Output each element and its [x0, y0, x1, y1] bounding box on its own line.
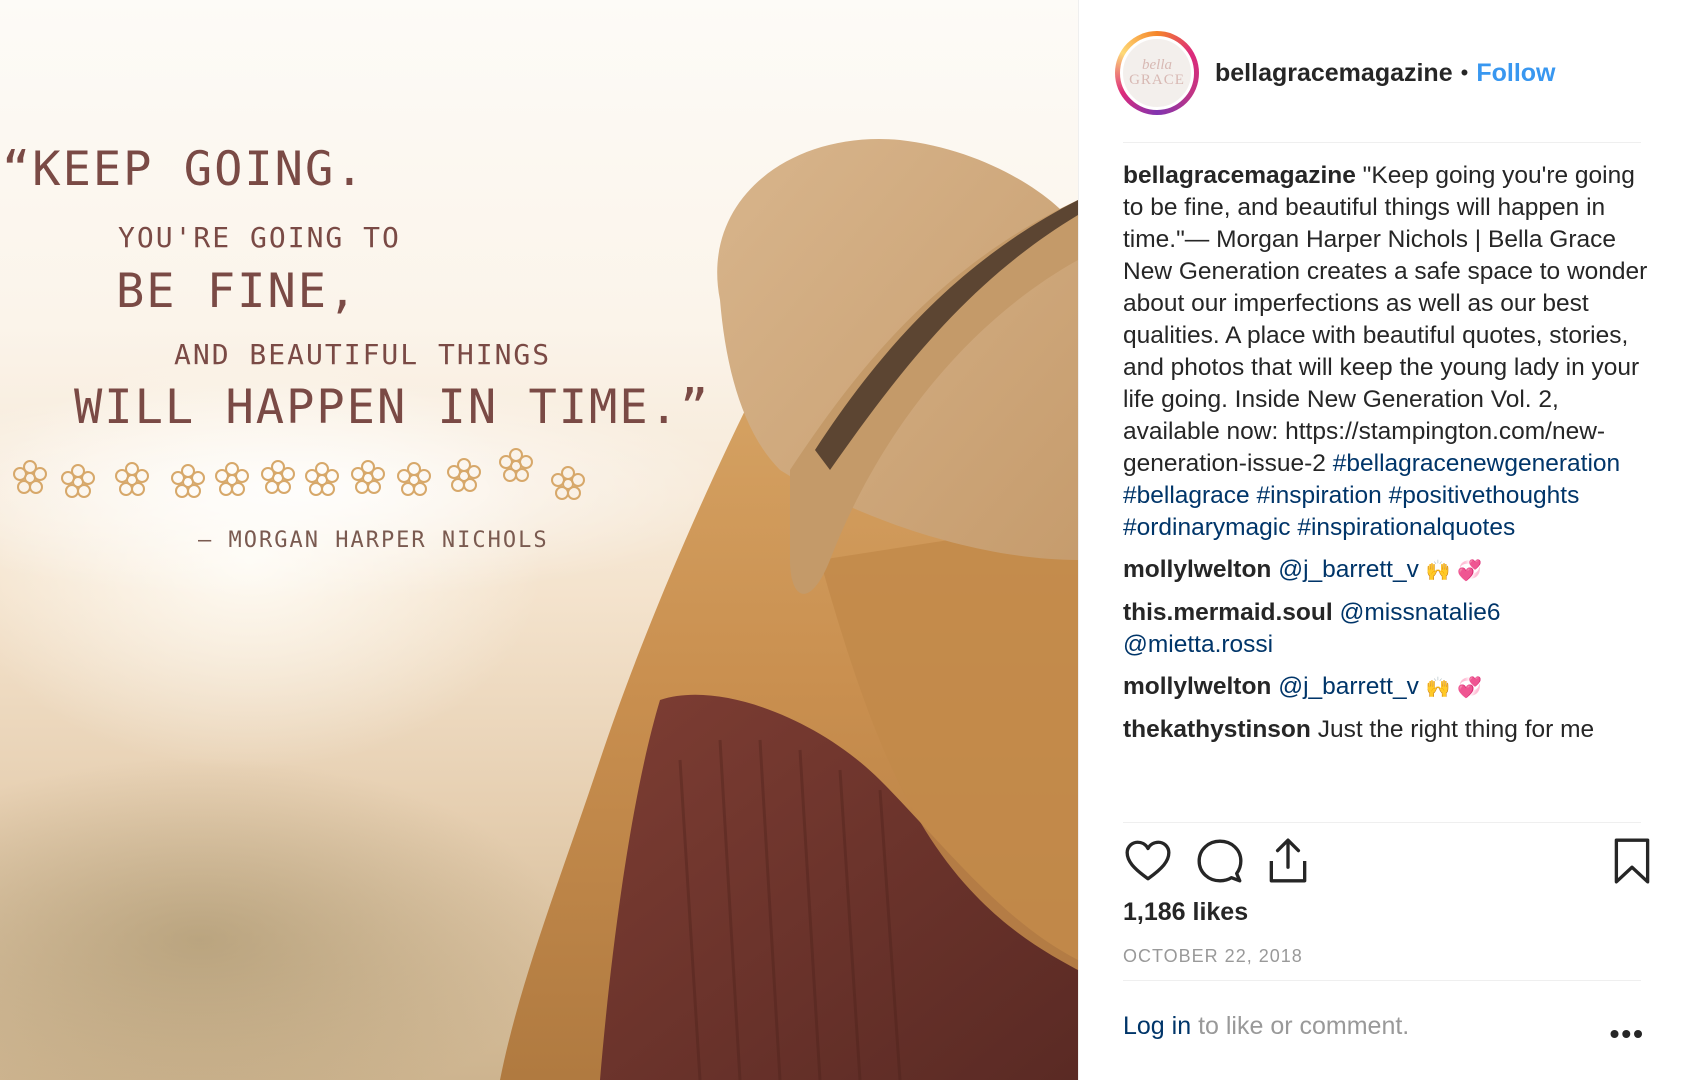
- post-header: bella GRACE bellagracemagazine • Follow: [1115, 28, 1645, 118]
- hashtag[interactable]: #bellagrace: [1123, 482, 1250, 509]
- raised-hands-emoji-icon: 🙌: [1425, 560, 1451, 582]
- header-separator: •: [1460, 60, 1469, 85]
- hashtag[interactable]: #positivethoughts: [1389, 482, 1580, 509]
- hearts-emoji-icon: 💞: [1457, 677, 1483, 699]
- header-divider: [1123, 142, 1641, 143]
- comment-text: Just the right thing for me: [1317, 716, 1595, 743]
- caption-username[interactable]: bellagracemagazine: [1123, 162, 1356, 189]
- quote-line-5: WILL HAPPEN IN TIME.”: [74, 380, 711, 435]
- caption-text: "Keep going you're going to be fine, and…: [1123, 162, 1648, 477]
- heart-icon[interactable]: [1123, 836, 1173, 886]
- quote-author: — MORGAN HARPER NICHOLS: [198, 528, 549, 553]
- quote-line-1: “KEEP GOING.: [2, 142, 366, 197]
- quote-line-4: AND BEAUTIFUL THINGS: [174, 338, 552, 371]
- comment-item: mollylwelton @j_barrett_v 🙌 💞: [1123, 671, 1648, 704]
- post-caption: bellagracemagazine "Keep going you're go…: [1123, 160, 1648, 544]
- comment-icon[interactable]: [1195, 836, 1245, 886]
- comment-username[interactable]: mollylwelton: [1123, 673, 1271, 700]
- hashtag[interactable]: #inspiration: [1257, 482, 1382, 509]
- likes-count[interactable]: 1,186 likes: [1123, 898, 1248, 927]
- hashtag[interactable]: #ordinarymagic: [1123, 514, 1291, 541]
- flower-decoration: [13, 448, 585, 500]
- raised-hands-emoji-icon: 🙌: [1425, 677, 1451, 699]
- follow-button[interactable]: Follow: [1476, 59, 1555, 88]
- avatar-logo-line2: GRACE: [1129, 72, 1185, 88]
- comment-item: this.mermaid.soul @missnatalie6 @mietta.…: [1123, 597, 1648, 661]
- more-options-icon[interactable]: •••: [1610, 1018, 1645, 1050]
- action-bar: [1123, 836, 1650, 892]
- comment-username[interactable]: this.mermaid.soul: [1123, 599, 1333, 626]
- login-prompt: Log in to like or comment.: [1123, 1012, 1648, 1041]
- actions-divider: [1123, 822, 1641, 823]
- header-username[interactable]: bellagracemagazine: [1215, 59, 1453, 88]
- quote-line-2: YOU'RE GOING TO: [118, 221, 401, 254]
- comment-item: thekathystinson Just the right thing for…: [1123, 714, 1648, 746]
- share-icon[interactable]: [1263, 836, 1313, 886]
- avatar-logo-line1: bella: [1142, 57, 1172, 73]
- post-panel: bella GRACE bellagracemagazine • Follow …: [1078, 0, 1684, 1080]
- comment-username[interactable]: mollylwelton: [1123, 556, 1271, 583]
- comments-section: bellagracemagazine "Keep going you're go…: [1123, 160, 1648, 746]
- comment-username[interactable]: thekathystinson: [1123, 716, 1311, 743]
- avatar[interactable]: bella GRACE: [1115, 31, 1199, 115]
- avatar-logo: bella GRACE: [1120, 36, 1194, 110]
- login-prompt-text: to like or comment.: [1191, 1012, 1410, 1040]
- quote-line-3: BE FINE,: [116, 264, 359, 319]
- login-link[interactable]: Log in: [1123, 1012, 1191, 1040]
- hearts-emoji-icon: 💞: [1457, 560, 1483, 582]
- hashtag[interactable]: #bellagracenewgeneration: [1333, 450, 1620, 477]
- comment-item: mollylwelton @j_barrett_v 🙌 💞: [1123, 554, 1648, 587]
- bookmark-icon[interactable]: [1607, 836, 1657, 886]
- post-date[interactable]: OCTOBER 22, 2018: [1123, 946, 1303, 967]
- footer-divider: [1123, 980, 1641, 981]
- comment-mention[interactable]: @j_barrett_v: [1278, 556, 1419, 583]
- hashtag[interactable]: #inspirationalquotes: [1297, 514, 1515, 541]
- comment-mention[interactable]: @j_barrett_v: [1278, 673, 1419, 700]
- post-image: “KEEP GOING. YOU'RE GOING TO BE FINE, AN…: [0, 0, 1078, 1080]
